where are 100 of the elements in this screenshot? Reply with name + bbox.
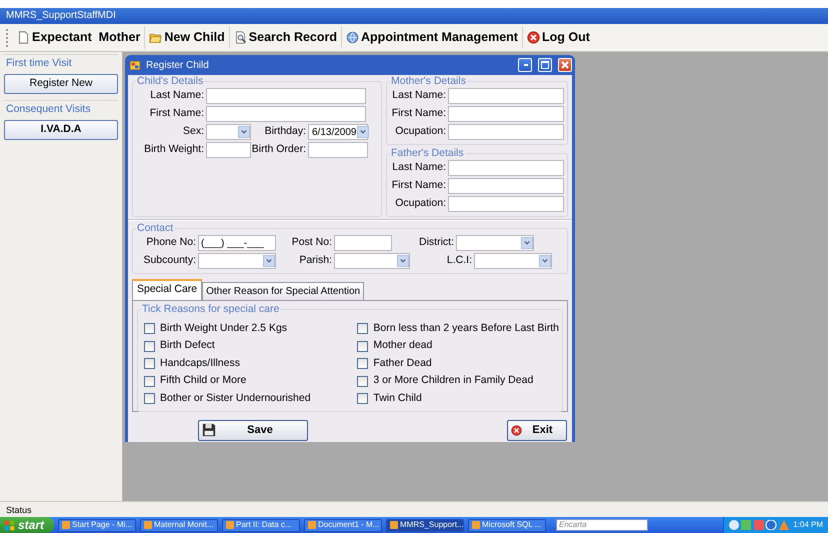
folder-icon <box>149 31 162 44</box>
field-label: Ocupation: <box>394 124 447 140</box>
group-title: Contact <box>136 223 174 234</box>
text-field[interactable] <box>206 142 251 158</box>
minimize-icon <box>522 64 528 66</box>
exit-button[interactable]: Exit <box>507 420 567 441</box>
dropdown-field[interactable] <box>474 253 552 269</box>
text-field[interactable] <box>334 235 392 251</box>
text-field[interactable] <box>448 106 564 122</box>
taskbar-button[interactable]: Microsoft SQL ... <box>468 518 546 532</box>
sidebar-button[interactable]: Register New <box>4 74 118 94</box>
document-icon <box>17 31 30 44</box>
dropdown-field[interactable] <box>198 253 276 269</box>
close-button[interactable] <box>558 58 572 72</box>
group-title: Consequent Visits <box>5 102 92 117</box>
tray-icons-drawing <box>729 520 790 530</box>
checkbox[interactable] <box>357 323 368 334</box>
checkbox[interactable] <box>357 376 368 386</box>
field-label: Subcounty: <box>142 253 197 268</box>
field-label: L.C.I: <box>446 253 473 268</box>
tab[interactable]: Special Care <box>132 279 202 300</box>
window-icon <box>129 60 141 70</box>
checkbox-label: Born less than 2 years Before Last Birth <box>373 320 559 336</box>
app-icon <box>472 521 480 529</box>
text-field[interactable] <box>206 106 366 122</box>
checkbox-label: Mother dead <box>373 338 432 354</box>
app-icon <box>308 521 316 529</box>
app-icon <box>390 521 398 529</box>
taskbar-button[interactable]: Document1 - M... <box>304 518 382 532</box>
checkbox[interactable] <box>144 340 155 352</box>
field-label: Phone No: <box>145 235 197 250</box>
checkbox[interactable] <box>144 358 155 369</box>
toolbar-button[interactable]: Log Out <box>522 26 594 49</box>
window-title: MMRS_SupportStaffMDI <box>0 8 828 24</box>
toolbar-button[interactable]: New Child <box>145 26 230 49</box>
group-title: Child's Details <box>136 76 204 87</box>
text-field[interactable] <box>448 124 564 140</box>
taskbar-button[interactable]: Part II: Data c... <box>222 518 300 532</box>
checkbox-label: Bother or Sister Undernourished <box>160 390 311 406</box>
checkbox[interactable] <box>144 376 155 386</box>
checkbox-label: 3 or More Children in Family Dead <box>373 373 534 388</box>
text-field[interactable] <box>308 142 368 158</box>
field-label: Post No: <box>290 235 333 250</box>
text-field[interactable] <box>448 160 564 176</box>
save-button[interactable]: Save <box>198 420 308 441</box>
toolbar-grip[interactable] <box>6 28 9 46</box>
field-label: First Name: <box>390 178 447 194</box>
field-label: Last Name: <box>391 88 447 104</box>
status-text: Status <box>0 501 828 517</box>
toolbar-button[interactable]: Search Record <box>230 26 342 49</box>
checkbox[interactable] <box>144 323 155 334</box>
text-field[interactable] <box>206 88 366 104</box>
windows-logo-icon <box>4 520 15 530</box>
checkbox[interactable] <box>357 340 368 352</box>
field-label: Parish: <box>298 253 333 268</box>
maximize-icon <box>541 61 549 69</box>
close-icon <box>511 424 522 436</box>
group-title: Mother's Details <box>390 76 467 87</box>
group-title: Tick Reasons for special care <box>141 304 280 315</box>
checkbox-label: Birth Defect <box>160 338 215 354</box>
group-title: Father's Details <box>390 148 465 159</box>
field-label: District: <box>418 235 455 250</box>
checkbox[interactable] <box>357 393 368 404</box>
toolbar-button[interactable]: Expectant Mother <box>13 26 146 49</box>
field-label: Birth Order: <box>251 142 307 158</box>
minimize-button[interactable] <box>518 58 532 72</box>
child-window-title: Register Child <box>146 58 210 72</box>
magnifier-icon <box>234 31 247 44</box>
maximize-button[interactable] <box>538 58 552 72</box>
text-field[interactable] <box>448 196 564 212</box>
checkbox-label: Birth Weight Under 2.5 Kgs <box>160 320 288 336</box>
text-field[interactable]: (___) ___-___ <box>198 235 276 251</box>
taskbar-button[interactable]: Start Page - Mi... <box>58 518 136 532</box>
checkbox-label: Father Dead <box>373 356 432 371</box>
checkbox[interactable] <box>357 358 368 369</box>
checkbox[interactable] <box>144 393 155 404</box>
close-icon <box>526 31 540 44</box>
dropdown-field[interactable] <box>206 124 251 140</box>
field-label: Last Name: <box>391 160 447 176</box>
checkbox-label: Twin Child <box>373 390 422 406</box>
text-field[interactable] <box>448 178 564 194</box>
app-icon <box>62 521 70 529</box>
date-picker[interactable]: 6/13/2009 <box>308 124 368 140</box>
field-label: Sex: <box>182 124 205 140</box>
taskbar-button[interactable]: Maternal Monit... <box>140 518 218 532</box>
close-icon <box>561 61 569 69</box>
dropdown-field[interactable] <box>334 253 410 269</box>
field-label: Birthday: <box>264 124 307 140</box>
search-field[interactable]: Encarta <box>556 519 648 531</box>
app-icon <box>144 521 152 529</box>
checkbox-label: Fifth Child or More <box>160 373 246 388</box>
toolbar-button[interactable]: Appointment Management <box>342 26 523 49</box>
tab[interactable]: Other Reason for Special Attention <box>202 282 364 300</box>
text-field[interactable] <box>448 88 564 104</box>
sidebar-button[interactable]: I.VA.D.A <box>4 120 118 140</box>
field-label: First Name: <box>148 106 205 122</box>
dropdown-field[interactable] <box>456 235 534 251</box>
group-title: First time Visit <box>5 56 73 71</box>
clock: 1:04 PM <box>793 519 823 531</box>
taskbar-button[interactable]: MMRS_Support... <box>386 518 464 532</box>
